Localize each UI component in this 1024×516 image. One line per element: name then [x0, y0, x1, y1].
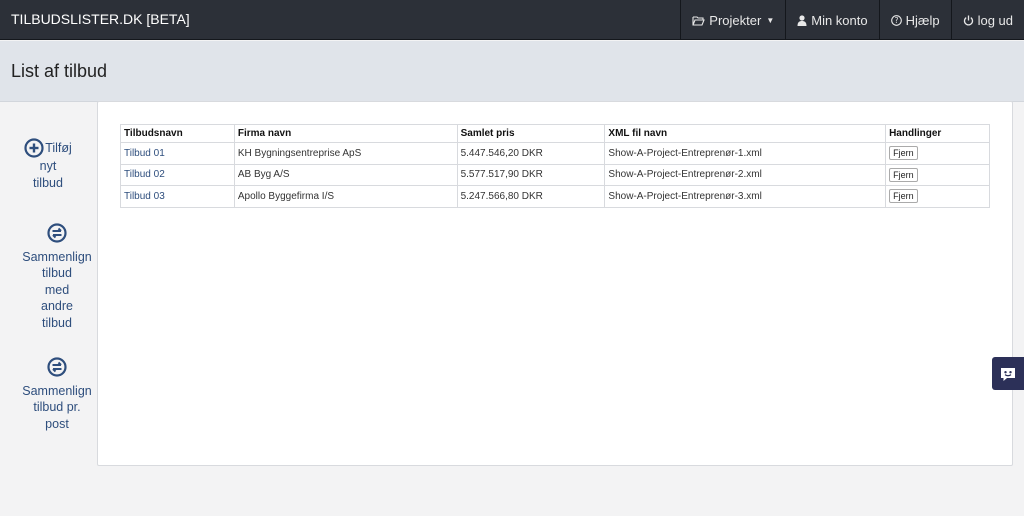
offers-table: Tilbudsnavn Firma navn Samlet pris XML f…: [120, 124, 990, 208]
col-header-tilbudsnavn[interactable]: Tilbudsnavn: [120, 124, 235, 143]
table-header-row: Tilbudsnavn Firma navn Samlet pris XML f…: [120, 124, 990, 143]
actions-cell: Fjern: [885, 185, 990, 208]
remove-button[interactable]: Fjern: [889, 167, 918, 182]
chat-bubble-icon: [1001, 367, 1015, 381]
table-row: Tilbud 03 Apollo Byggefirma I/S 5.247.56…: [120, 185, 990, 208]
sidebar-compare-line5: tilbud: [42, 315, 72, 330]
user-icon: [797, 14, 807, 26]
sidebar-compare-post-line1: Sammenlign: [22, 383, 92, 398]
firm-name: AB Byg A/S: [233, 163, 458, 186]
xml-file-name: Show-A-Project-Entreprenør-3.xml: [604, 185, 887, 208]
offer-name-link[interactable]: Tilbud 02: [120, 163, 235, 186]
firm-name: KH Bygningsentreprise ApS: [233, 142, 458, 165]
power-icon: [963, 15, 973, 25]
actions-cell: Fjern: [885, 163, 990, 186]
total-price: 5.577.517,90 DKR: [456, 163, 606, 186]
chat-widget-button[interactable]: [992, 357, 1024, 390]
nav-projekter[interactable]: Projekter ▼: [680, 0, 785, 40]
plus-circle-icon: [24, 138, 44, 158]
nav-min-konto-label: Min konto: [811, 12, 868, 28]
exchange-circle-icon: [47, 223, 67, 243]
offers-panel: Tilbudsnavn Firma navn Samlet pris XML f…: [97, 101, 1013, 466]
col-header-firma-navn[interactable]: Firma navn: [233, 124, 458, 143]
sidebar-add-line3: tilbud: [33, 175, 63, 190]
col-header-samlet-pris[interactable]: Samlet pris: [456, 124, 606, 143]
sidebar-compare-line3: med: [44, 282, 70, 297]
sidebar-add-offer[interactable]: Tilføj nyt tilbud: [10, 138, 86, 191]
sidebar-compare-per-post[interactable]: Sammenlign tilbud pr. post: [19, 357, 95, 432]
sidebar-compare-post-line2: tilbud pr.: [33, 400, 81, 414]
sidebar-compare-line4: andre: [41, 299, 73, 313]
col-header-xml-fil-navn[interactable]: XML fil navn: [604, 124, 887, 143]
table-row: Tilbud 02 AB Byg A/S 5.577.517,90 DKR Sh…: [120, 163, 990, 186]
page-title: List af tilbud: [11, 61, 108, 81]
exchange-circle-icon: [47, 357, 67, 377]
page-header: List af tilbud: [0, 41, 1024, 102]
offer-name-link[interactable]: Tilbud 03: [120, 185, 235, 208]
col-header-handlinger: Handlinger: [885, 124, 990, 143]
sidebar-compare-offers[interactable]: Sammenlign tilbud med andre tilbud: [19, 223, 95, 331]
caret-down-icon: ▼: [766, 15, 775, 25]
nav-min-konto[interactable]: Min konto: [785, 0, 878, 40]
sidebar-compare-line1: Sammenlign: [22, 249, 92, 264]
total-price: 5.247.566,80 DKR: [456, 185, 606, 208]
sidebar-add-line1: Tilføj: [45, 140, 72, 155]
nav-projekter-label: Projekter: [709, 12, 762, 28]
nav-log-ud-label: log ud: [977, 12, 1013, 28]
brand-logo[interactable]: TILBUDSLISTER.DK [BETA]: [11, 11, 190, 27]
nav-hjaelp-label: Hjælp: [905, 12, 940, 28]
offer-name-link[interactable]: Tilbud 01: [120, 142, 235, 165]
nav-log-ud[interactable]: log ud: [950, 0, 1024, 40]
xml-file-name: Show-A-Project-Entreprenør-2.xml: [604, 163, 887, 186]
question-circle-icon: ?: [890, 14, 902, 26]
svg-text:?: ?: [894, 16, 898, 25]
sidebar-add-line2: nyt: [39, 159, 57, 173]
nav-hjaelp[interactable]: ? Hjælp: [878, 0, 951, 40]
top-navbar: TILBUDSLISTER.DK [BETA] Projekter ▼ Min …: [0, 0, 1024, 40]
table-row: Tilbud 01 KH Bygningsentreprise ApS 5.44…: [120, 142, 990, 165]
remove-button[interactable]: Fjern: [889, 146, 918, 161]
firm-name: Apollo Byggefirma I/S: [233, 185, 458, 208]
sidebar-compare-post-line3: post: [45, 416, 69, 431]
total-price: 5.447.546,20 DKR: [456, 142, 606, 165]
sidebar-compare-line2: tilbud: [42, 266, 72, 280]
actions-cell: Fjern: [885, 142, 990, 165]
folder-open-icon: [692, 15, 706, 26]
xml-file-name: Show-A-Project-Entreprenør-1.xml: [604, 142, 887, 165]
remove-button[interactable]: Fjern: [889, 189, 918, 204]
navbar-menu: Projekter ▼ Min konto ? Hjælp log ud: [680, 0, 1024, 40]
